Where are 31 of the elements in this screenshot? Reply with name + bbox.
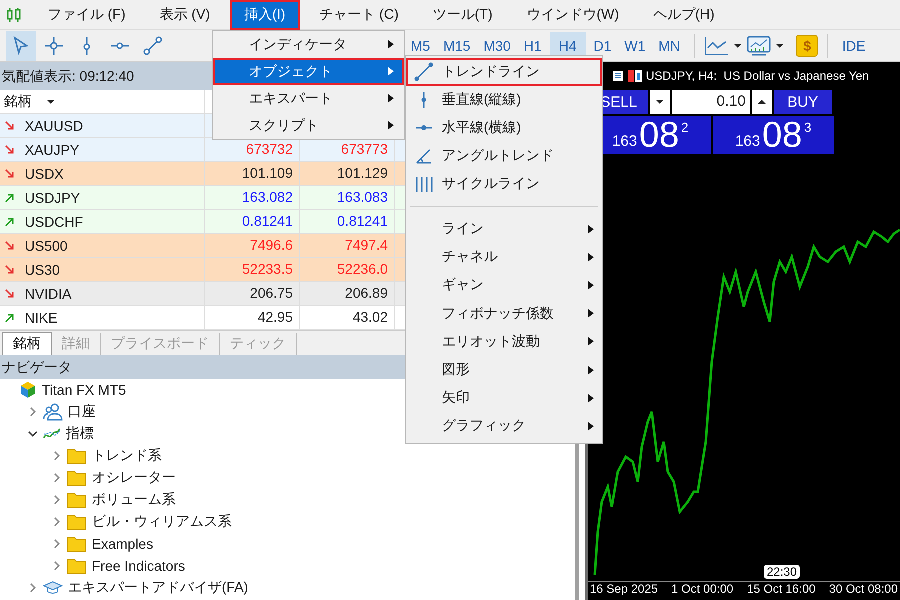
symbol-name: NVIDIA: [25, 286, 72, 302]
symbol-name: USDJPY: [25, 190, 80, 206]
price-value: 0.81241: [337, 213, 388, 229]
time-axis-label: 30 Oct 08:00: [829, 582, 898, 598]
price-value: 673732: [246, 141, 293, 157]
symbol-name: USDCHF: [25, 214, 84, 230]
chart-title: USDJPY, H4: US Dollar vs Japanese Yen: [646, 69, 870, 83]
cursor-time-label: 22:30: [764, 565, 800, 579]
price-value: 163.083: [337, 189, 388, 205]
price-value: 43.02: [352, 309, 388, 325]
symbol-name: US500: [25, 238, 68, 254]
time-axis-label: 15 Oct 16:00: [747, 582, 816, 598]
price-value: 101.109: [242, 165, 293, 181]
price-value: 52233.5: [242, 261, 293, 277]
price-value: 673773: [341, 141, 388, 157]
price-value: 206.89: [345, 285, 388, 301]
price-value: 42.95: [258, 309, 293, 325]
price-value: 7497.4: [345, 237, 388, 253]
symbol-name: NIKE: [25, 310, 58, 326]
symbol-name: XAUUSD: [25, 118, 84, 134]
time-axis-label: 1 Oct 00:00: [672, 582, 734, 598]
price-value: 52236.0: [337, 261, 388, 277]
price-value: 206.75: [250, 285, 293, 301]
symbol-name: US30: [25, 262, 60, 278]
price-value: 163.082: [242, 189, 293, 205]
price-value: 101.129: [337, 165, 388, 181]
symbol-name: USDX: [25, 166, 64, 182]
price-value: 0.81241: [242, 213, 293, 229]
time-axis-label: 16 Sep 2025: [590, 582, 658, 598]
symbol-name: XAUJPY: [25, 142, 80, 158]
price-value: 7496.6: [250, 237, 293, 253]
